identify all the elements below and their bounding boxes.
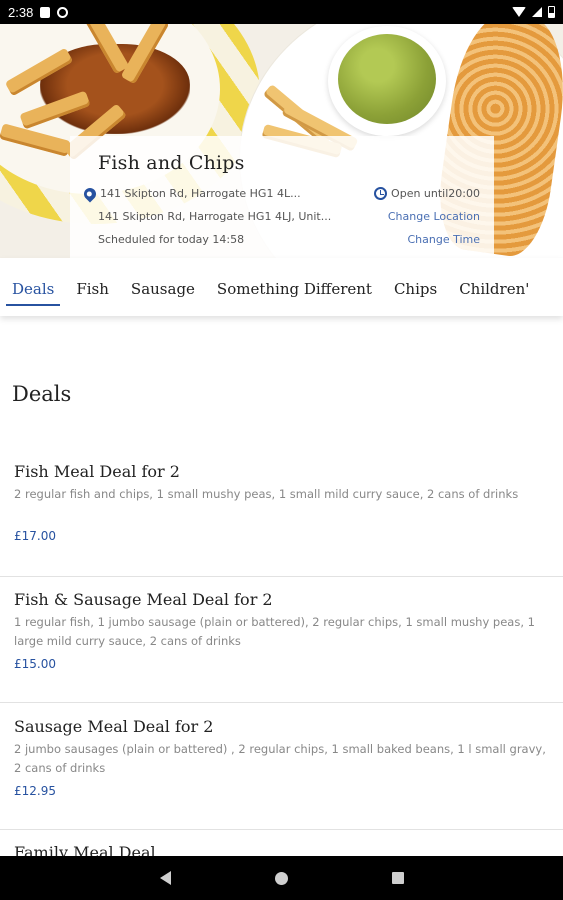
sd-card-icon xyxy=(40,6,51,18)
status-bar: 2:38 xyxy=(0,0,563,24)
deal-description: 2 jumbo sausages (plain or battered) , 2… xyxy=(14,742,546,775)
deal-description: 2 regular fish and chips, 1 small mushy … xyxy=(14,487,519,501)
list-item[interactable]: Fish & Sausage Meal Deal for 2 1 regular… xyxy=(0,590,563,703)
deal-price: £15.00 xyxy=(14,657,56,671)
status-time: 2:38 xyxy=(8,4,34,20)
tab-sausage[interactable]: Sausage xyxy=(125,258,201,316)
tab-chips[interactable]: Chips xyxy=(388,258,443,316)
tab-children[interactable]: Children' xyxy=(453,258,535,316)
map-pin-icon xyxy=(81,185,99,202)
restaurant-name: Fish and Chips xyxy=(98,152,245,174)
battery-icon xyxy=(548,6,555,18)
signal-icon xyxy=(532,7,542,17)
change-time-link[interactable]: Change Time xyxy=(407,233,480,246)
deal-price: £12.95 xyxy=(14,784,56,798)
deal-title: Sausage Meal Deal for 2 xyxy=(14,717,214,736)
list-item[interactable]: Fish Meal Deal for 2 2 regular fish and … xyxy=(0,462,563,577)
list-item[interactable]: Sausage Meal Deal for 2 2 jumbo sausages… xyxy=(0,717,563,830)
mushy-peas-decoration xyxy=(338,34,436,124)
change-location-link[interactable]: Change Location xyxy=(388,210,480,223)
section-title: Deals xyxy=(12,382,72,406)
home-icon[interactable] xyxy=(274,871,288,885)
deal-description: 1 regular fish, 1 jumbo sausage (plain o… xyxy=(14,615,535,648)
restaurant-info-card: Fish and Chips 141 Skipton Rd, Harrogate… xyxy=(70,136,494,258)
back-icon[interactable] xyxy=(159,871,171,885)
wifi-icon xyxy=(512,7,526,17)
tab-fish[interactable]: Fish xyxy=(70,258,115,316)
sync-icon xyxy=(57,6,69,18)
deal-title: Fish Meal Deal for 2 xyxy=(14,462,180,481)
deal-title: Fish & Sausage Meal Deal for 2 xyxy=(14,590,273,609)
opening-hours: Open until20:00 xyxy=(391,187,480,200)
scheduled-time: Scheduled for today 14:58 xyxy=(98,233,245,246)
address-full: 141 Skipton Rd, Harrogate HG1 4LJ, Unit.… xyxy=(98,210,332,223)
tab-deals[interactable]: Deals xyxy=(6,258,61,316)
address-short: 141 Skipton Rd, Harrogate HG1 4L... xyxy=(100,187,301,200)
recent-apps-icon[interactable] xyxy=(391,872,404,884)
clock-icon xyxy=(374,187,388,200)
navigation-bar xyxy=(0,856,563,900)
category-tabs: Deals Fish Sausage Something Different C… xyxy=(0,258,563,316)
deal-price: £17.00 xyxy=(14,529,56,543)
tab-something-different[interactable]: Something Different xyxy=(211,258,378,316)
